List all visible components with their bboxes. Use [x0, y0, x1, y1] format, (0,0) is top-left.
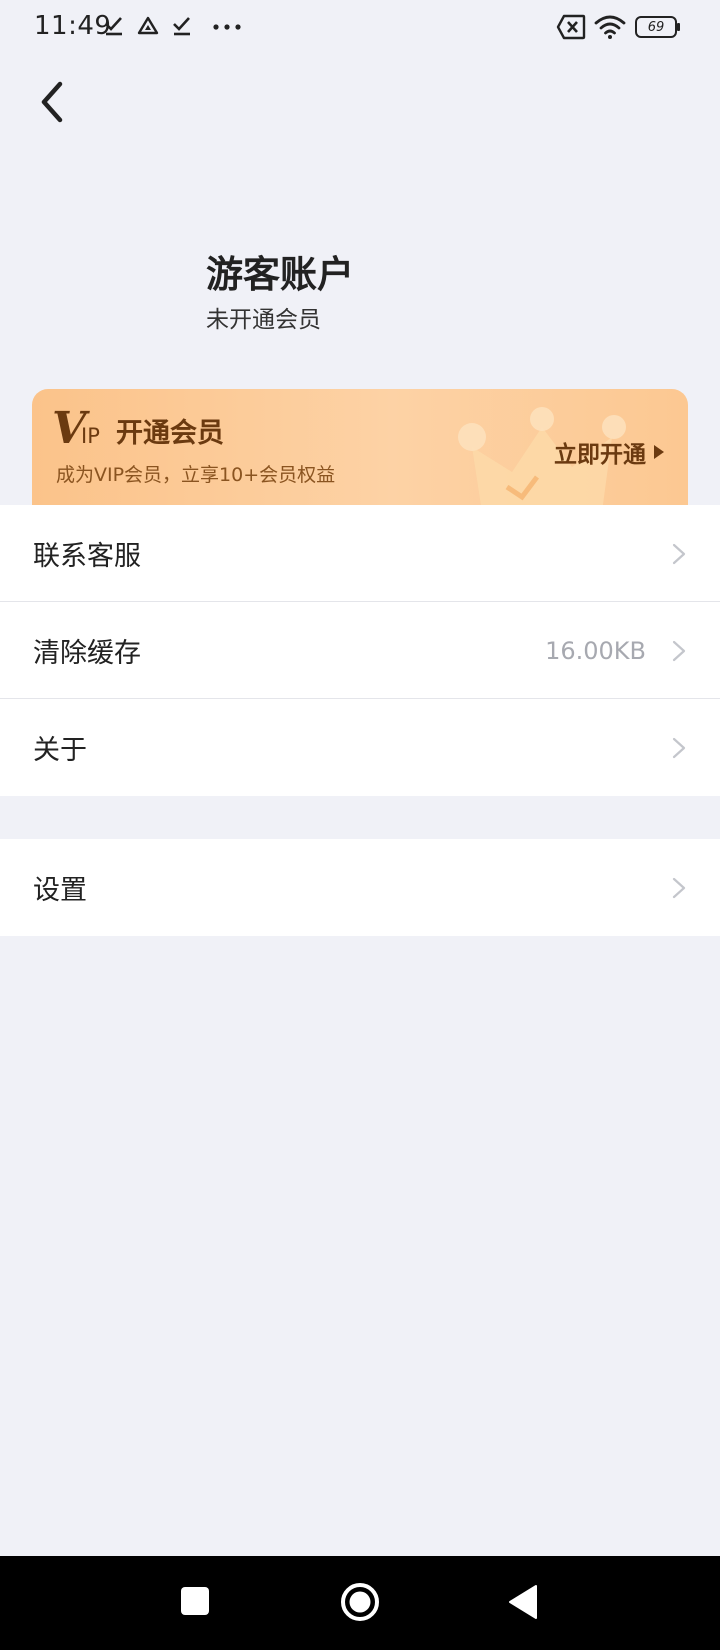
chevron-right-icon — [672, 543, 686, 565]
open-vip-label: 立即开通 — [554, 441, 646, 468]
chevron-left-icon — [41, 81, 63, 123]
battery-level: 69 — [647, 19, 665, 35]
menu-group-settings: 设置 — [0, 839, 720, 936]
wifi-icon — [594, 15, 626, 39]
system-nav-bar — [0, 1556, 720, 1650]
open-vip-button[interactable]: 立即开通 — [554, 435, 664, 469]
home-button[interactable] — [340, 1582, 380, 1622]
back-button[interactable] — [30, 74, 78, 130]
vip-logo: V IP — [52, 406, 100, 448]
menu-item-settings[interactable]: 设置 — [0, 839, 720, 936]
play-arrow-icon — [654, 445, 664, 459]
menu-item-contact-support[interactable]: 联系客服 — [0, 505, 720, 602]
menu-group-main: 联系客服 清除缓存 16.00KB 关于 — [0, 505, 720, 796]
svg-text:IP: IP — [81, 424, 100, 448]
membership-status: 未开通会员 — [206, 307, 321, 333]
drive-icon — [137, 16, 159, 35]
no-sim-icon — [556, 14, 586, 40]
status-time: 11:49 — [34, 11, 112, 41]
menu-item-clear-cache[interactable]: 清除缓存 16.00KB — [0, 602, 720, 699]
vip-description: 成为VIP会员，立享10+会员权益 — [56, 464, 336, 486]
vip-banner[interactable]: V IP 开通会员 成为VIP会员，立享10+会员权益 立即开通 — [32, 389, 688, 505]
chevron-right-icon — [672, 737, 686, 759]
check-download-icon — [105, 17, 122, 36]
recents-square-icon — [181, 1587, 209, 1615]
menu-item-about[interactable]: 关于 — [0, 699, 720, 796]
menu-item-label: 关于 — [33, 735, 87, 766]
home-circle-icon — [341, 1583, 379, 1621]
status-bar: 11:49 69 — [0, 0, 720, 56]
chevron-right-icon — [672, 877, 686, 899]
cache-size: 16.00KB — [545, 636, 646, 665]
battery-icon: 69 — [635, 16, 680, 38]
more-dots-icon — [213, 24, 241, 30]
vip-title: 开通会员 — [116, 418, 224, 449]
check-download-icon — [173, 17, 190, 36]
menu-item-label: 联系客服 — [33, 541, 141, 572]
menu-item-label: 设置 — [33, 875, 87, 906]
menu-item-label: 清除缓存 — [33, 638, 141, 669]
back-triangle-icon — [509, 1585, 537, 1619]
recents-button[interactable] — [180, 1586, 210, 1616]
chevron-right-icon — [672, 640, 686, 662]
profile-name: 游客账户 — [206, 253, 354, 296]
back-nav-button[interactable] — [508, 1584, 538, 1620]
